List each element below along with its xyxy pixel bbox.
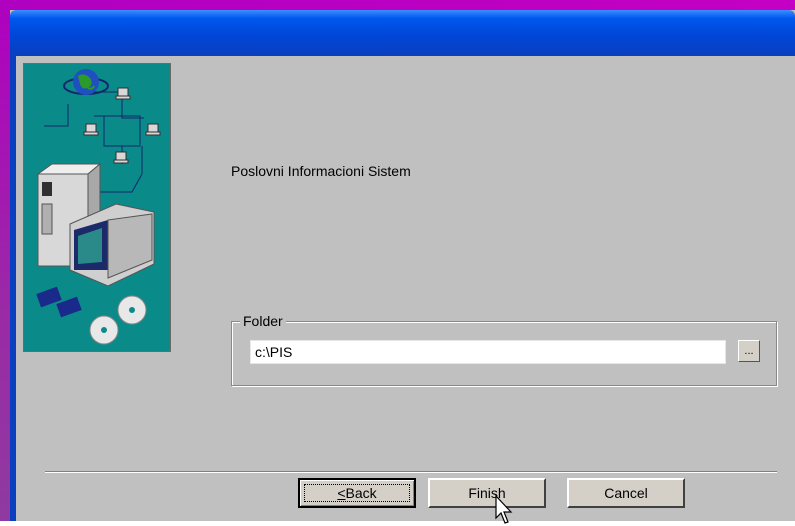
desktop-background-left xyxy=(0,0,10,521)
application-title: Poslovni Informacioni Sistem xyxy=(231,163,411,179)
folder-groupbox: Folder ... xyxy=(231,313,777,386)
window-titlebar[interactable] xyxy=(10,10,795,56)
setup-wizard-window: Poslovni Informacioni Sistem Folder ... … xyxy=(10,10,795,524)
button-separator xyxy=(45,471,777,473)
back-button-mnemonic: < xyxy=(337,485,346,501)
mouse-pointer-icon xyxy=(495,494,513,524)
folder-group-label: Folder xyxy=(240,313,286,329)
network-computer-illustration-icon xyxy=(36,69,161,345)
browse-folder-button[interactable]: ... xyxy=(738,340,760,362)
finish-button[interactable]: Finish xyxy=(428,478,546,508)
back-button[interactable]: <Back xyxy=(298,478,416,508)
wizard-client-area: Poslovni Informacioni Sistem Folder ... … xyxy=(16,56,795,524)
desktop-background-top xyxy=(0,0,795,10)
cancel-button-label: Cancel xyxy=(604,485,648,501)
wizard-side-image xyxy=(23,63,171,352)
cancel-button[interactable]: Cancel xyxy=(567,478,685,508)
folder-path-input[interactable] xyxy=(250,340,726,364)
back-button-label: Back xyxy=(345,485,377,501)
